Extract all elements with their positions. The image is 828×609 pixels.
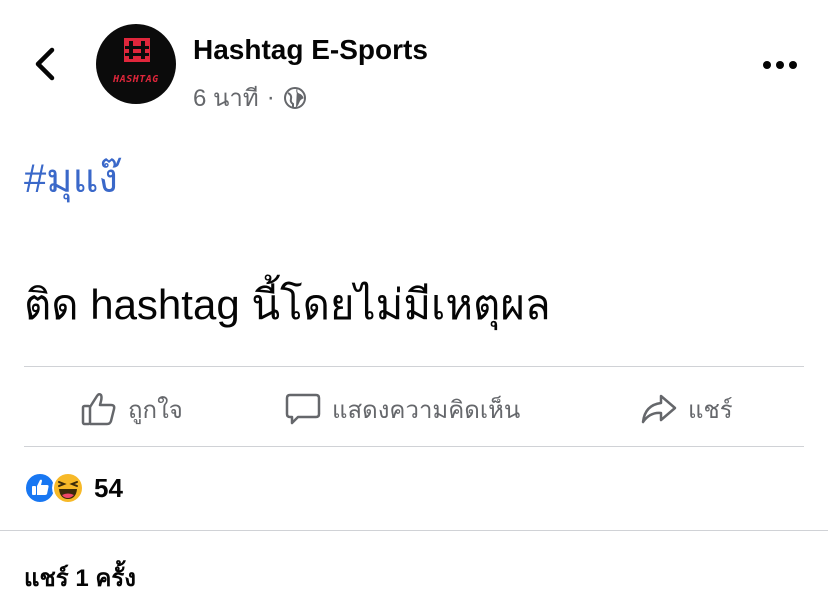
avatar-logo-text: HASHTAG bbox=[113, 74, 159, 85]
post-meta: 6 นาที · bbox=[193, 78, 307, 117]
share-button[interactable]: แชร์ bbox=[640, 386, 733, 432]
comment-label: แสดงความคิดเห็น bbox=[332, 396, 521, 424]
reactions-summary[interactable]: 54 bbox=[24, 472, 123, 504]
hashtag-link[interactable]: #มุแง๊ bbox=[24, 146, 118, 210]
hashtag-logo-icon bbox=[124, 38, 150, 62]
haha-icon bbox=[52, 472, 84, 504]
reaction-count: 54 bbox=[94, 472, 123, 503]
like-label: ถูกใจ bbox=[128, 396, 183, 424]
share-count[interactable]: แชร์ 1 ครั้ง bbox=[24, 558, 136, 597]
comment-bubble-icon bbox=[285, 393, 321, 425]
like-button[interactable]: ถูกใจ bbox=[80, 386, 183, 432]
back-button[interactable] bbox=[26, 44, 66, 84]
more-options-button[interactable] bbox=[760, 52, 800, 78]
avatar[interactable]: HASHTAG bbox=[96, 24, 176, 104]
thumbs-up-icon bbox=[81, 392, 116, 426]
post-text: ติด hashtag นี้โดยไม่มีเหตุผล bbox=[24, 281, 551, 328]
divider-top bbox=[24, 366, 804, 367]
share-label: แชร์ bbox=[688, 396, 733, 424]
meta-separator: · bbox=[266, 83, 275, 111]
comment-button[interactable]: แสดงความคิดเห็น bbox=[284, 386, 520, 432]
page-name[interactable]: Hashtag E-Sports bbox=[193, 34, 428, 66]
divider-reactions bbox=[0, 530, 828, 531]
share-arrow-icon bbox=[641, 394, 677, 424]
globe-icon bbox=[283, 86, 306, 109]
divider-bottom bbox=[24, 446, 804, 447]
chevron-left-icon bbox=[35, 47, 55, 81]
post-time[interactable]: 6 นาที bbox=[193, 78, 259, 117]
more-dots-icon bbox=[763, 61, 797, 69]
